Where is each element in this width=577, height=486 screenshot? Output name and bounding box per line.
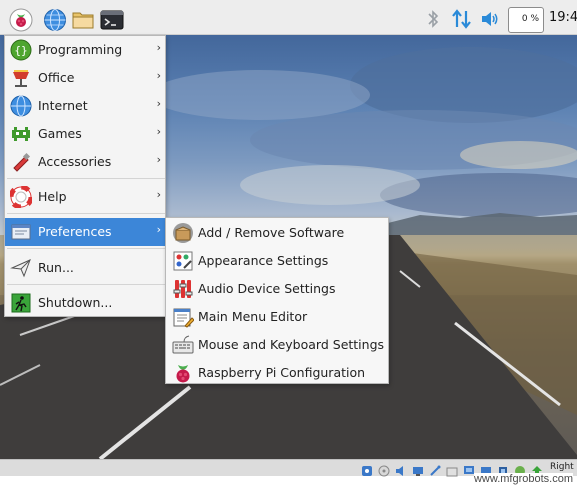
menu-item-office[interactable]: Office ›: [5, 64, 165, 92]
submenu-item-mouse-keyboard-settings[interactable]: Mouse and Keyboard Settings: [166, 331, 388, 359]
menu-item-label: Internet: [38, 98, 88, 113]
internet-icon: [10, 95, 32, 117]
submenu-item-raspberry-pi-configuration[interactable]: Raspberry Pi Configuration: [166, 359, 388, 387]
host-key-label: Right Ctrl: [550, 462, 577, 472]
watermark-text: www.mfgrobots.com: [473, 473, 573, 485]
submenu-arrow-icon: ›: [156, 153, 161, 166]
submenu-item-label: Audio Device Settings: [198, 281, 336, 296]
submenu-item-add-remove-software[interactable]: Add / Remove Software: [166, 219, 388, 247]
appearance-settings-icon: [172, 250, 194, 272]
submenu-arrow-icon: ›: [156, 69, 161, 82]
shared-folder-status-icon[interactable]: [446, 462, 458, 477]
menu-separator: [7, 213, 165, 214]
optical-drive-status-icon[interactable]: [378, 462, 390, 477]
menu-item-internet[interactable]: Internet ›: [5, 92, 165, 120]
svg-text:{}: {}: [14, 44, 27, 57]
submenu-item-main-menu-editor[interactable]: Main Menu Editor: [166, 303, 388, 331]
menu-separator: [7, 248, 165, 249]
submenu-arrow-icon: ›: [156, 188, 161, 201]
menu-item-label: Help: [38, 189, 67, 204]
menu-item-label: Programming: [38, 42, 123, 57]
globe-icon: [44, 9, 66, 31]
submenu-item-label: Raspberry Pi Configuration: [198, 365, 366, 380]
accessories-icon: [10, 151, 32, 173]
submenu-arrow-icon: ›: [156, 97, 161, 110]
usb-status-icon[interactable]: [429, 462, 441, 476]
keyboard-mouse-icon: [172, 334, 194, 356]
help-icon: [8, 184, 34, 210]
menu-separator: [7, 178, 165, 179]
network-status-icon[interactable]: [412, 462, 424, 476]
submenu-item-label: Add / Remove Software: [198, 225, 345, 240]
preferences-icon: [10, 221, 32, 243]
file-manager-launcher[interactable]: [71, 8, 95, 32]
main-menu: {} Programming › Office › Internet › Gam…: [4, 35, 166, 317]
volume-icon: [482, 12, 498, 26]
menu-item-help[interactable]: Help ›: [5, 183, 165, 211]
web-browser-launcher[interactable]: [43, 8, 67, 32]
network-tray[interactable]: [451, 9, 473, 33]
folder-icon: [72, 12, 94, 29]
cpu-usage-value: 0 %: [521, 14, 539, 24]
preferences-submenu: Add / Remove Software Appearance Setting…: [165, 217, 389, 384]
submenu-arrow-icon: ›: [156, 41, 161, 54]
top-panel: 0 % 19:46: [0, 0, 577, 35]
submenu-item-audio-device-settings[interactable]: Audio Device Settings: [166, 275, 388, 303]
programming-icon: {}: [10, 39, 32, 61]
audio-status-icon[interactable]: [395, 462, 407, 476]
submenu-item-label: Main Menu Editor: [198, 309, 308, 324]
menu-item-label: Office: [38, 70, 75, 85]
menu-item-run[interactable]: Run...: [5, 254, 165, 282]
menu-separator: [7, 284, 165, 285]
volume-tray[interactable]: [480, 9, 500, 33]
submenu-item-appearance-settings[interactable]: Appearance Settings: [166, 247, 388, 275]
shutdown-icon: [10, 292, 32, 314]
network-arrows-icon: [452, 9, 471, 29]
menu-item-label: Accessories: [38, 154, 112, 169]
bluetooth-icon: [428, 10, 439, 28]
raspberry-icon: [172, 362, 194, 384]
hard-disk-status-icon[interactable]: [361, 462, 373, 476]
audio-device-icon: [172, 278, 194, 300]
menu-item-games[interactable]: Games ›: [5, 120, 165, 148]
raspberry-menu-button[interactable]: [9, 8, 33, 32]
menu-item-label: Games: [38, 126, 82, 141]
office-icon: [10, 67, 32, 89]
menu-item-accessories[interactable]: Accessories ›: [5, 148, 165, 176]
terminal-launcher[interactable]: [100, 8, 124, 32]
games-icon: [10, 123, 32, 145]
menu-item-label: Run...: [38, 260, 74, 275]
run-icon: [10, 257, 32, 279]
cpu-usage-monitor[interactable]: 0 %: [508, 7, 544, 33]
terminal-icon: [100, 10, 124, 30]
submenu-item-label: Appearance Settings: [198, 253, 329, 268]
menu-item-programming[interactable]: {} Programming ›: [5, 36, 165, 64]
submenu-item-label: Mouse and Keyboard Settings: [198, 337, 385, 352]
bluetooth-tray[interactable]: [426, 9, 440, 33]
menu-item-label: Preferences: [38, 224, 112, 239]
submenu-arrow-icon: ›: [156, 125, 161, 138]
software-package-icon: [172, 222, 194, 244]
menu-item-preferences[interactable]: Preferences ›: [5, 218, 165, 246]
raspberry-logo-icon: [9, 8, 33, 32]
menu-item-label: Shutdown...: [38, 295, 113, 310]
menu-item-shutdown[interactable]: Shutdown...: [5, 289, 165, 317]
submenu-arrow-icon: ›: [156, 223, 161, 236]
clock[interactable]: 19:46: [549, 10, 577, 25]
menu-editor-icon: [172, 306, 195, 328]
